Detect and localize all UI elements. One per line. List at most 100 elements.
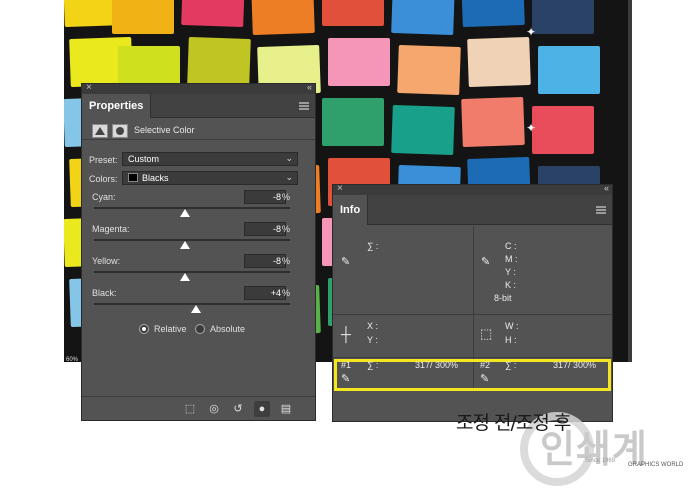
cyan-label: Cyan: [92, 192, 116, 202]
close-icon[interactable]: × [86, 82, 92, 93]
black-label: Black: [92, 288, 117, 298]
color-tile [328, 38, 390, 86]
tab-properties[interactable]: Properties [82, 94, 152, 118]
magenta-input[interactable]: -8 [244, 222, 286, 236]
yellow-input[interactable]: -8 [244, 254, 286, 268]
sampler-2-id: #2 [480, 360, 491, 370]
relative-label: Relative [154, 324, 187, 334]
color-tile [532, 0, 594, 34]
panel-menu-icon[interactable] [299, 102, 309, 110]
cyan-readout-label: C : [505, 241, 517, 251]
visibility-eye-icon[interactable]: ● [254, 401, 270, 417]
preset-value: Custom [128, 154, 160, 164]
adjustment-header: Selective Color [82, 120, 315, 140]
sampler-1-sum-label: ∑ : [367, 360, 379, 370]
w-label: W : [505, 321, 519, 331]
sum-label: ∑ : [367, 241, 379, 251]
color-tile [391, 0, 455, 36]
chevron-down-icon: ⌄ [285, 172, 293, 182]
magenta-readout-label: M : [505, 254, 518, 264]
sampler-1-id: #1 [341, 360, 352, 370]
cyan-slider-thumb[interactable] [180, 209, 190, 217]
adjustment-layer-icon[interactable] [92, 124, 108, 138]
eyedropper-icon: ✎ [341, 256, 351, 268]
clip-to-layer-icon[interactable]: ⬚ [182, 401, 198, 417]
black-readout-label: K : [505, 280, 517, 290]
collapse-icon[interactable]: ‹‹ [604, 183, 609, 193]
info-panel: × ‹‹ Info ✎ ∑ : ✎ C : M : Y : K : 8-bit … [332, 183, 613, 422]
color-tile [538, 46, 600, 94]
magenta-unit: % [282, 224, 291, 234]
divider [473, 314, 474, 358]
color-tile [467, 36, 531, 88]
cyan-unit: % [282, 192, 291, 202]
x-label: X : [367, 321, 379, 331]
cyan-input[interactable]: -8 [244, 190, 286, 204]
absolute-label: Absolute [210, 324, 246, 334]
info-tabbar: Info [333, 195, 612, 225]
bit-depth: 8-bit [494, 293, 512, 303]
close-icon[interactable]: × [337, 183, 343, 194]
properties-tabbar: Properties [82, 94, 315, 118]
preset-label: Preset: [89, 155, 118, 165]
color-tile [322, 98, 384, 146]
yellow-slider-thumb[interactable] [180, 273, 190, 281]
reset-icon[interactable]: ↺ [230, 401, 246, 417]
color-tile [181, 0, 245, 28]
color-tile [322, 0, 384, 26]
black-slider-thumb[interactable] [191, 305, 201, 313]
sampler-2-sum-label: ∑ : [505, 360, 517, 370]
divider [473, 226, 474, 314]
preset-dropdown[interactable]: Custom ⌄ [122, 152, 298, 166]
eyedropper-icon: ✎ [481, 256, 491, 268]
eyedropper-icon: ✎ [341, 373, 351, 385]
selection-box-icon: ⬚ [480, 326, 493, 341]
magenta-slider-thumb[interactable] [180, 241, 190, 249]
sampler-1-value: 317/ 300% [415, 360, 459, 370]
black-input[interactable]: +4 [244, 286, 286, 300]
magenta-label: Magenta: [92, 224, 130, 234]
properties-panel: × ‹‹ Properties Selective Color Preset: … [81, 82, 316, 421]
sparkle-icon: ✦ [526, 25, 537, 39]
layer-mask-icon[interactable] [112, 124, 128, 138]
color-tile [391, 104, 455, 156]
colors-dropdown[interactable]: Blacks ⌄ [122, 171, 298, 185]
yellow-label: Yellow: [92, 256, 121, 266]
panel-titlebar[interactable]: × ‹‹ [82, 82, 315, 94]
panel-menu-icon[interactable] [596, 206, 606, 214]
trash-icon[interactable]: ▤ [278, 401, 294, 417]
before-after-caption: 조정 전/조정 후 [456, 412, 571, 434]
sampler-2-value: 317/ 300% [553, 360, 597, 370]
relative-radio[interactable] [139, 324, 149, 334]
zoom-level: 60% [66, 357, 79, 363]
black-unit: % [282, 288, 291, 298]
color-tile [112, 0, 174, 34]
color-tile [461, 0, 525, 28]
magenta-slider-track[interactable] [94, 239, 290, 241]
crosshair-icon: ┼ [341, 326, 351, 342]
watermark-since: Since 1969 [585, 458, 616, 464]
yellow-slider-track[interactable] [94, 271, 290, 273]
h-label: H : [505, 335, 517, 345]
chevron-down-icon: ⌄ [285, 153, 293, 163]
cyan-slider-track[interactable] [94, 207, 290, 209]
colors-label: Colors: [89, 174, 118, 184]
tab-info[interactable]: Info [333, 195, 369, 225]
adjustment-title: Selective Color [134, 125, 195, 135]
black-swatch [128, 173, 138, 182]
properties-footer: ⬚ ◎ ↺ ● ▤ [82, 396, 315, 420]
colors-value: Blacks [142, 173, 169, 183]
color-tile [397, 44, 461, 96]
panel-titlebar[interactable]: × ‹‹ [333, 183, 612, 195]
watermark-subtitle: GRAPHICS WORLD [628, 462, 684, 468]
color-tile [532, 106, 594, 154]
collapse-icon[interactable]: ‹‹ [307, 82, 312, 92]
view-previous-icon[interactable]: ◎ [206, 401, 222, 417]
yellow-unit: % [282, 256, 291, 266]
color-tile [187, 36, 251, 88]
absolute-radio[interactable] [195, 324, 205, 334]
eyedropper-icon: ✎ [480, 373, 490, 385]
yellow-readout-label: Y : [505, 267, 516, 277]
screenshot: ✦ ✦ 60% × ‹‹ Properties Selective Color P… [0, 0, 700, 500]
color-tile [461, 96, 525, 148]
